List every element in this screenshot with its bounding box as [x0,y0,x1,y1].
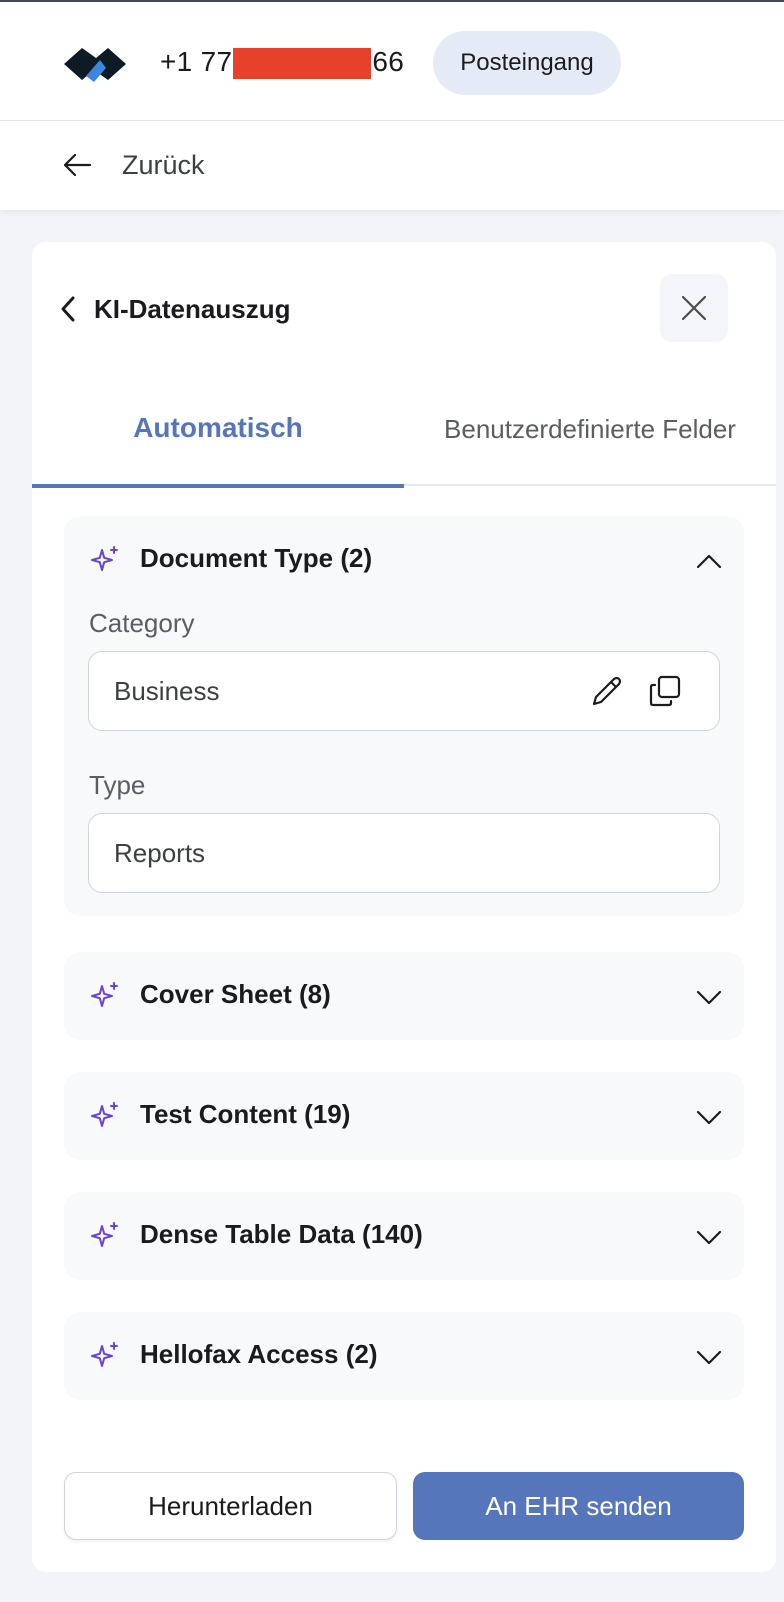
inbox-chip[interactable]: Posteingang [433,31,621,95]
top-bar: +1 77 66 Posteingang [0,0,784,121]
section-document-type: Document Type (2) Category Business Type… [64,516,744,916]
field-label-type: Type [89,770,146,800]
section-header[interactable]: Dense Table Data (140) [64,1192,744,1280]
ai-extract-panel: KI-Datenauszug Automatisch Benutzerdefin… [32,242,776,1572]
section-title: Cover Sheet (8) [140,979,331,1009]
panel-title: KI-Datenauszug [94,293,291,324]
download-button[interactable]: Herunterladen [64,1472,397,1540]
sparkle-icon [91,982,118,1007]
phone-prefix: +1 77 [160,46,233,77]
chevron-down-icon [696,1230,722,1245]
arrow-left-icon [63,153,92,177]
chevron-down-icon [696,990,722,1005]
brand-logo-icon[interactable] [62,42,128,86]
type-value: Reports [114,838,206,868]
section-title: Dense Table Data (140) [140,1219,423,1249]
field-label-category: Category [89,608,195,638]
section-header[interactable]: Document Type (2) [64,516,744,604]
section-hellofax-access: Hellofax Access (2) [64,1312,744,1400]
sparkle-icon [91,1222,118,1247]
panel-back-button[interactable]: KI-Datenauszug [60,288,290,330]
type-field[interactable]: Reports [88,813,720,893]
sparkle-icon [91,546,118,571]
close-icon [681,295,707,321]
sparkle-icon [91,1342,118,1367]
copy-icon[interactable] [647,673,683,709]
close-button[interactable] [660,274,728,342]
category-value: Business [114,676,220,706]
chevron-down-icon [696,1110,722,1125]
section-title: Test Content (19) [140,1099,351,1129]
section-header[interactable]: Hellofax Access (2) [64,1312,744,1400]
chevron-left-icon [61,296,75,322]
section-test-content: Test Content (19) [64,1072,744,1160]
section-header[interactable]: Test Content (19) [64,1072,744,1160]
pencil-icon[interactable] [589,673,625,709]
back-button[interactable]: Zurück [62,143,205,187]
chevron-down-icon [696,1350,722,1365]
category-field[interactable]: Business [88,651,720,731]
back-label: Zurück [122,149,205,180]
section-title: Hellofax Access (2) [140,1339,378,1369]
section-dense-table-data: Dense Table Data (140) [64,1192,744,1280]
tab-custom-fields[interactable]: Benutzerdefinierte Felder [404,372,776,486]
section-header[interactable]: Cover Sheet (8) [64,952,744,1040]
phone-suffix: 66 [372,46,405,77]
tab-automatic[interactable]: Automatisch [32,372,404,488]
section-title: Document Type (2) [140,543,373,573]
redaction-bar [233,48,371,79]
section-cover-sheet: Cover Sheet (8) [64,952,744,1040]
sparkle-icon [91,1102,118,1127]
chevron-up-icon [696,554,722,569]
send-to-ehr-button[interactable]: An EHR senden [413,1472,744,1540]
tab-bar: Automatisch Benutzerdefinierte Felder [32,372,776,488]
back-bar: Zurück [0,121,784,210]
